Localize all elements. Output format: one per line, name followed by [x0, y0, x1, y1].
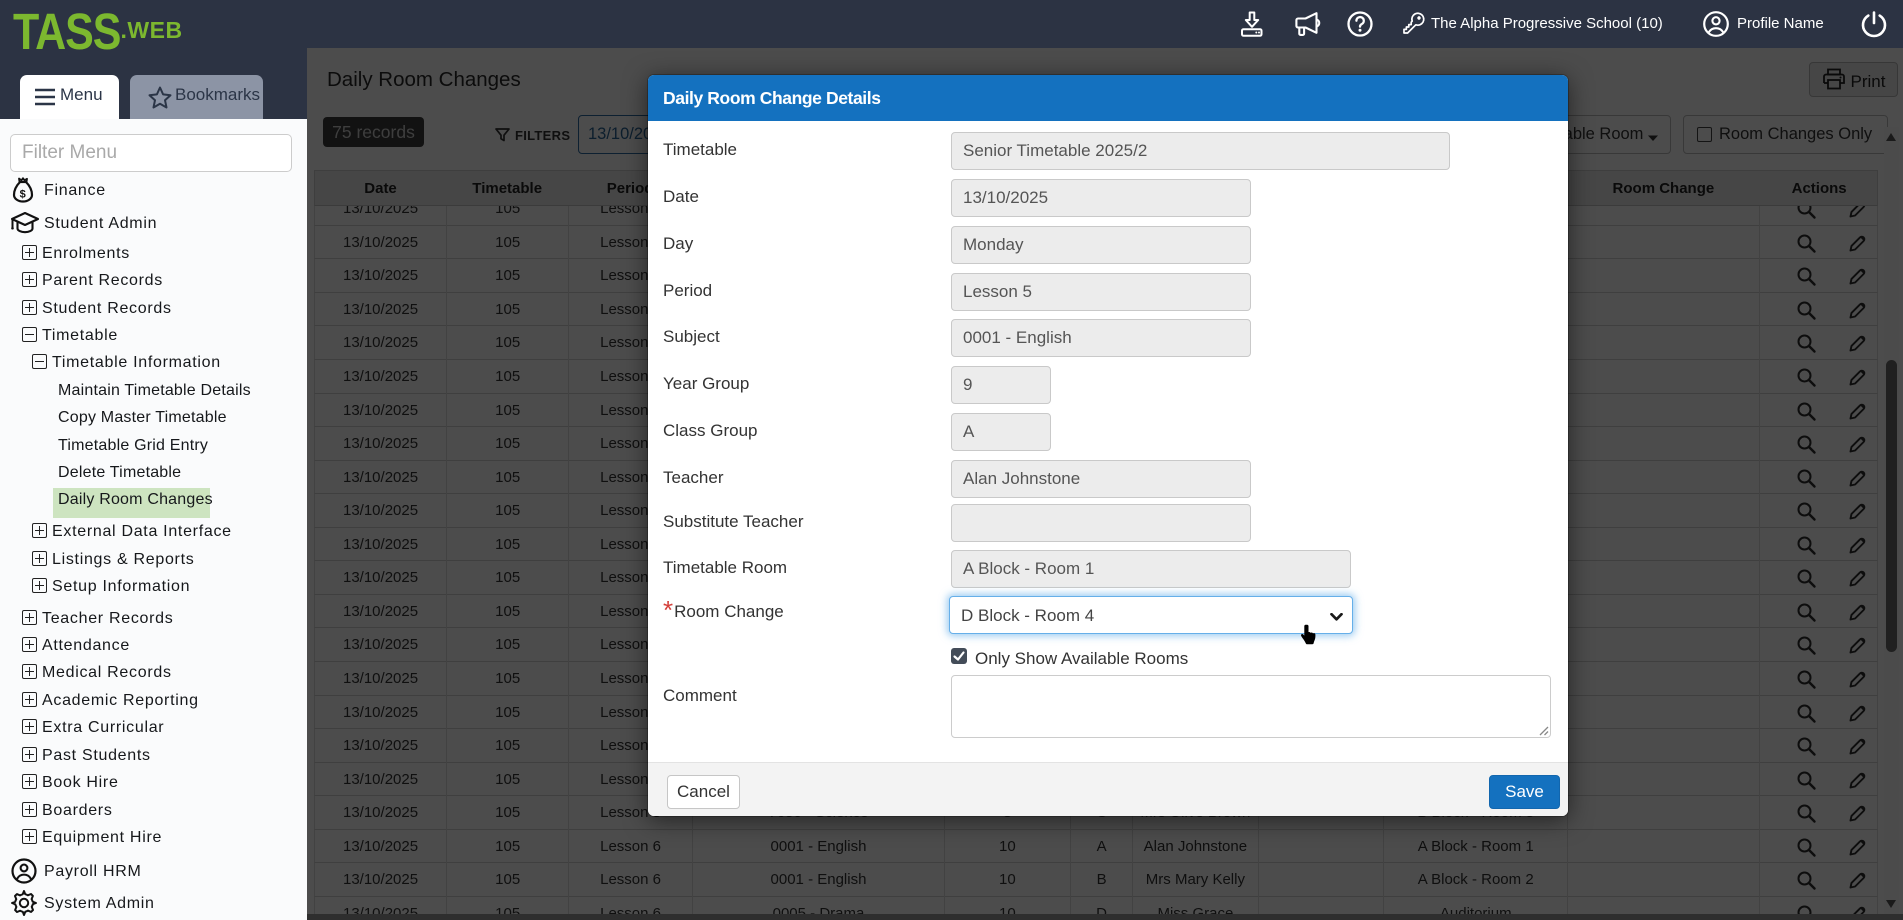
svg-text:$: $ — [20, 189, 27, 201]
